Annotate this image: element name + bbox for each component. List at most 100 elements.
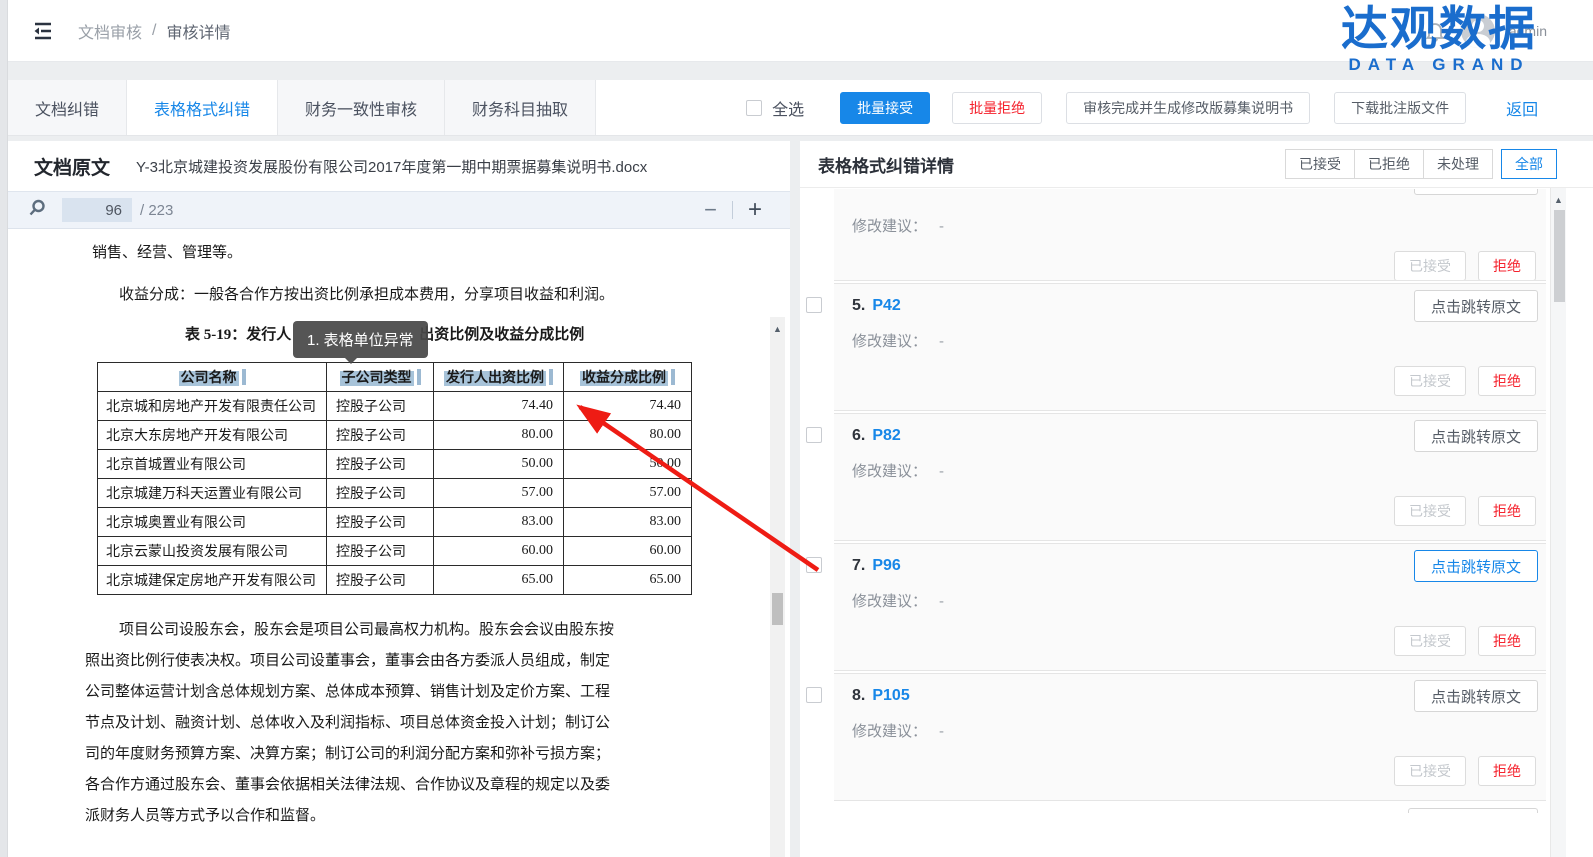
tab-toolbar-card: 文档纠错 表格格式纠错 财务一致性审核 财务科目抽取 全选 批量接受 批量拒绝 …	[8, 80, 1593, 136]
issue-checkbox-cell	[806, 543, 834, 671]
table-row: 北京城和房地产开发有限责任公司控股子公司74.4074.40	[98, 392, 692, 421]
accepted-button[interactable]: 已接受	[1394, 496, 1466, 526]
reject-button[interactable]: 拒绝	[1478, 496, 1536, 526]
search-icon[interactable]	[28, 199, 46, 222]
batch-accept-button[interactable]: 批量接受	[840, 92, 930, 124]
issue-actions: 已接受 拒绝	[852, 251, 1536, 281]
table-caption-right: 出资比例及收益分成比例	[419, 323, 584, 344]
reject-button[interactable]: 拒绝	[1478, 366, 1536, 396]
table-row: 北京首城置业有限公司控股子公司50.0050.00	[98, 450, 692, 479]
filter-all[interactable]: 全部	[1501, 149, 1557, 179]
scrollbar-thumb[interactable]	[772, 593, 783, 625]
tab-financial-subject-extraction[interactable]: 财务科目抽取	[445, 80, 596, 135]
back-link[interactable]: 返回	[1506, 96, 1538, 120]
page-number-input[interactable]	[62, 198, 132, 222]
doc-text-line: 销售、经营、管理等。	[92, 239, 242, 267]
table-header-invest-ratio: 发行人出资比例	[434, 363, 564, 392]
suggestion-row: 修改建议：-	[852, 720, 1536, 741]
issue-checkbox[interactable]	[806, 427, 822, 443]
table-row: 北京城奥置业有限公司控股子公司83.0083.00	[98, 508, 692, 537]
tab-financial-consistency[interactable]: 财务一致性审核	[278, 80, 445, 135]
reject-button[interactable]: 拒绝	[1478, 756, 1536, 786]
issue-card: 7.P96 点击跳转原文 修改建议：- 已接受 拒绝	[834, 543, 1546, 671]
issue-checkbox-cell	[806, 673, 834, 801]
paragraph-line: 司的年度财务预算方案、决算方案；制订公司的利润分配方案和弥补亏损方案；	[85, 739, 753, 770]
review-list-scrollbar[interactable]: ▲	[1550, 188, 1566, 857]
review-panel-header: 表格格式纠错详情 已接受 已拒绝 未处理 全部	[800, 141, 1593, 188]
issue-checkbox[interactable]	[806, 557, 822, 573]
tab-document-correction[interactable]: 文档纠错	[8, 80, 127, 135]
zoom-out-button[interactable]: −	[704, 199, 717, 221]
scrollbar-up-arrow[interactable]: ▲	[1551, 196, 1566, 205]
jump-to-source-button-active[interactable]: 点击跳转原文	[1414, 550, 1538, 582]
tab-table-format-correction[interactable]: 表格格式纠错	[127, 80, 278, 135]
user-avatar[interactable]	[1461, 14, 1495, 48]
table-row: 北京城建万科天运置业有限公司控股子公司57.0057.00	[98, 479, 692, 508]
review-panel: 表格格式纠错详情 已接受 已拒绝 未处理 全部 点击跳转原文 修改建议：- 已接…	[800, 141, 1593, 857]
accepted-button[interactable]: 已接受	[1394, 756, 1466, 786]
zoom-in-button[interactable]: +	[748, 198, 762, 222]
breadcrumb-section[interactable]: 文档审核	[78, 19, 142, 43]
filter-unprocessed[interactable]: 未处理	[1423, 149, 1493, 179]
issue-card: 点击跳转原文 修改建议：- 已接受 拒绝	[834, 189, 1546, 281]
table-caption: 表 5-19：发行人 出资比例及收益分成比例	[185, 323, 584, 344]
collapse-sidebar-icon[interactable]	[30, 18, 56, 44]
username[interactable]: admin	[1509, 23, 1547, 39]
issue-page-link[interactable]: P96	[872, 557, 900, 574]
accepted-button[interactable]: 已接受	[1394, 366, 1466, 396]
paragraph-line: 公司整体运营计划含总体规划方案、总体成本预算、销售计划及定价方案、工程	[85, 677, 753, 708]
issue-checkbox[interactable]	[806, 687, 822, 703]
suggestion-row: 修改建议：-	[852, 590, 1536, 611]
document-panel-header: 文档原文 Y-3北京城建投资发展股份有限公司2017年度第一期中期票据募集说明书…	[8, 141, 790, 191]
jump-to-source-button[interactable]: 点击跳转原文	[1414, 189, 1538, 195]
issue-item-partial: 点击跳转原文 修改建议：- 已接受 拒绝	[806, 189, 1546, 281]
paragraph-line: 节点及计划、融资计划、总体收入及利润指标、项目总体资金投入计划；制订公	[85, 708, 753, 739]
jump-to-source-button[interactable]: 点击跳转原文	[1414, 290, 1538, 322]
suggestion-row: 修改建议：-	[852, 460, 1536, 481]
page-total: / 223	[140, 202, 173, 219]
scrollbar-thumb[interactable]	[1554, 210, 1565, 302]
filter-accepted[interactable]: 已接受	[1285, 149, 1355, 179]
scrollbar-up-arrow[interactable]: ▲	[770, 325, 785, 334]
bell-icon[interactable]	[1423, 19, 1447, 43]
reject-button[interactable]: 拒绝	[1478, 251, 1536, 281]
issue-page-link[interactable]: P82	[872, 427, 900, 444]
document-panel: 文档原文 Y-3北京城建投资发展股份有限公司2017年度第一期中期票据募集说明书…	[8, 141, 790, 857]
table-row: 北京城建保定房地产开发有限公司控股子公司65.0065.00	[98, 566, 692, 595]
document-page-canvas[interactable]: 销售、经营、管理等。 收益分成：一般各合作方按出资比例承担成本费用，分享项目收益…	[8, 229, 790, 857]
doc-text-line: 收益分成：一般各合作方按出资比例承担成本费用，分享项目收益和利润。	[119, 281, 614, 309]
table-caption-left: 表 5-19：发行人	[185, 323, 291, 344]
accepted-button[interactable]: 已接受	[1394, 626, 1466, 656]
header-actions: admin	[1423, 0, 1547, 62]
paragraph-line: 照出资比例行使表决权。项目公司设董事会，董事会由各方委派人员组成，制定	[85, 646, 753, 677]
issue-actions: 已接受 拒绝	[852, 366, 1536, 396]
collapsed-sidebar-strip	[0, 0, 8, 857]
reject-button[interactable]: 拒绝	[1478, 626, 1536, 656]
toolbar: 全选 批量接受 批量拒绝 审核完成并生成修改版募集说明书 下载批注版文件 返回	[746, 80, 1538, 135]
issue-item-p105: 8.P105 点击跳转原文 修改建议：- 已接受 拒绝	[806, 673, 1546, 801]
issue-page-link[interactable]: P105	[872, 687, 909, 704]
highlight-mark	[549, 369, 553, 385]
issue-actions: 已接受 拒绝	[852, 496, 1536, 526]
filter-rejected[interactable]: 已拒绝	[1354, 149, 1424, 179]
document-scrollbar[interactable]: ▲	[770, 317, 785, 857]
download-annotated-button[interactable]: 下载批注版文件	[1334, 92, 1466, 124]
issue-actions: 已接受 拒绝	[852, 756, 1536, 786]
issue-card: 8.P105 点击跳转原文 修改建议：- 已接受 拒绝	[834, 673, 1546, 801]
table-header-company: 公司名称	[98, 363, 327, 392]
issue-list: 点击跳转原文 修改建议：- 已接受 拒绝 5.P42 点击跳转原文 修改建议：-…	[800, 189, 1546, 857]
accepted-button[interactable]: 已接受	[1394, 251, 1466, 281]
issue-checkbox[interactable]	[806, 297, 822, 313]
breadcrumb-separator: /	[152, 22, 156, 40]
select-all-checkbox[interactable]	[746, 100, 762, 116]
issue-item-p42: 5.P42 点击跳转原文 修改建议：- 已接受 拒绝	[806, 283, 1546, 411]
top-header: 文档审核 / 审核详情 admin	[8, 0, 1593, 62]
pager-divider	[732, 201, 733, 219]
jump-to-source-button[interactable]: 点击跳转原文	[1414, 680, 1538, 712]
finish-review-button[interactable]: 审核完成并生成修改版募集说明书	[1066, 92, 1310, 124]
issue-page-link[interactable]: P42	[872, 297, 900, 314]
jump-to-source-button[interactable]: 点击跳转原文	[1414, 420, 1538, 452]
batch-reject-button[interactable]: 批量拒绝	[952, 92, 1042, 124]
table-header-type: 子公司类型	[327, 363, 434, 392]
issue-item-p96: 7.P96 点击跳转原文 修改建议：- 已接受 拒绝	[806, 543, 1546, 671]
